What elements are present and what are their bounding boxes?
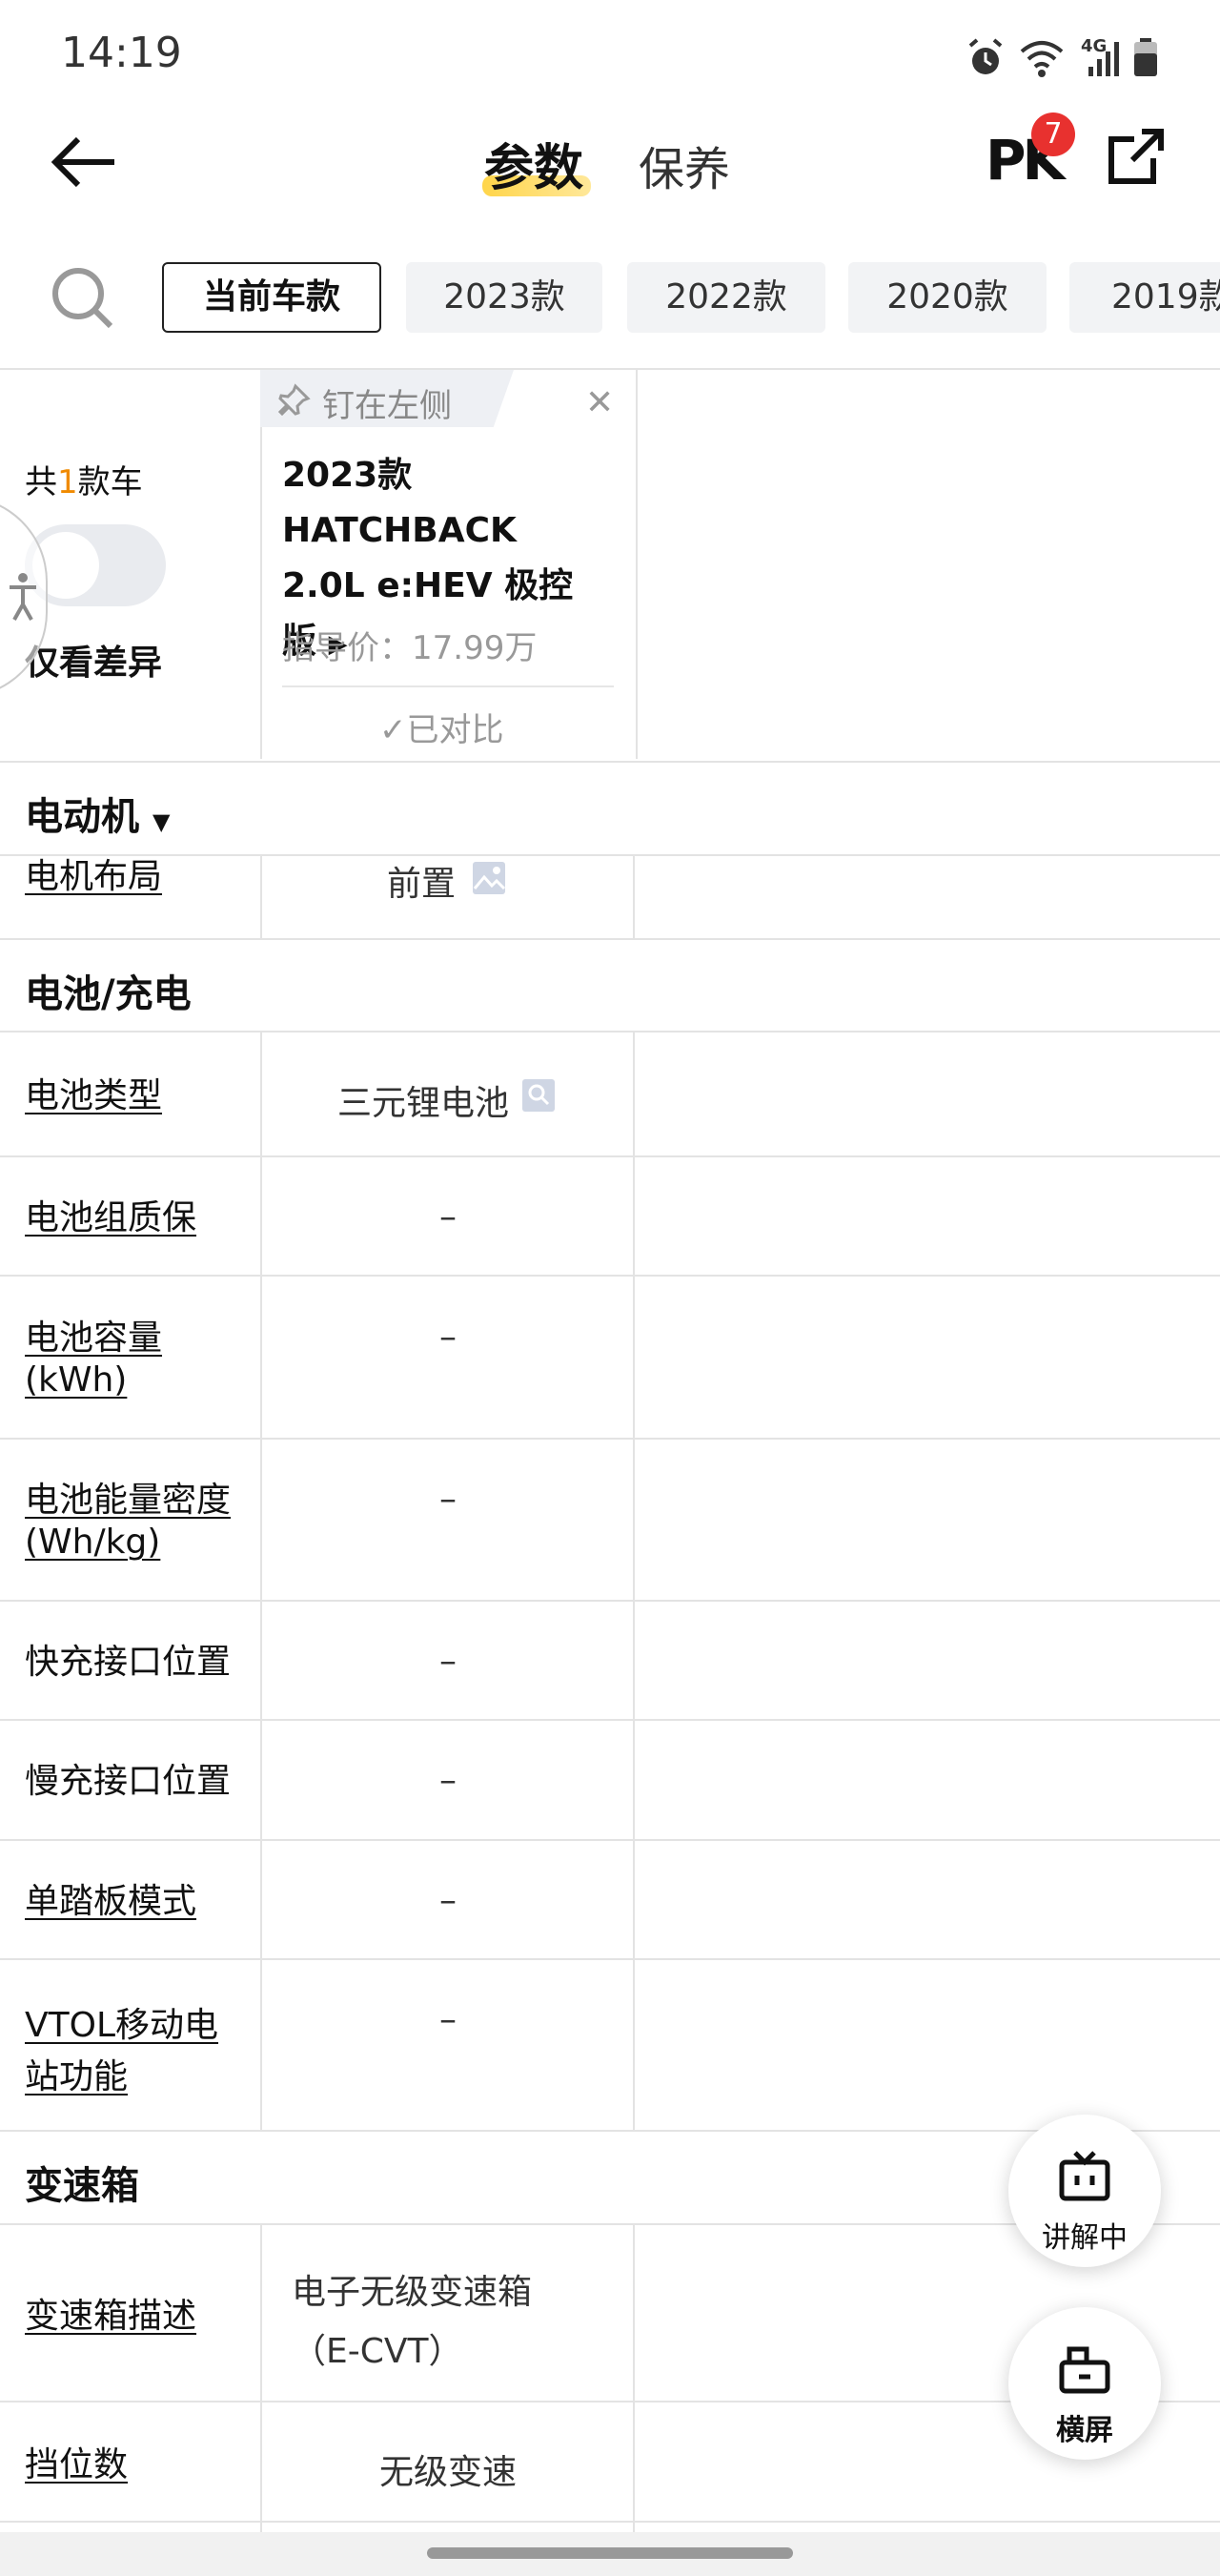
row-value-motor-layout: 前置 (387, 865, 457, 904)
row-label-gear-count[interactable]: 挡位数 (25, 2444, 128, 2486)
explain-label: 讲解中 (1042, 2221, 1128, 2255)
row-value-battery-capacity: – (439, 1318, 457, 1357)
pin-icon (278, 383, 311, 416)
chip-2022[interactable]: 2022款 (627, 262, 825, 333)
chip-2020[interactable]: 2020款 (848, 262, 1047, 333)
landscape-label: 横屏 (1056, 2414, 1113, 2447)
row-value-slow-charge-port: – (439, 1761, 457, 1800)
signal-icon (1088, 42, 1119, 76)
chip-2019[interactable]: 2019款 (1069, 262, 1220, 333)
row-label-vtol[interactable]: VTOL移动电 站功能 (25, 2000, 218, 2103)
tab-params[interactable]: 参数 (484, 128, 583, 199)
row-value-one-pedal: – (439, 1881, 457, 1920)
compared-status[interactable]: ✓已对比 (379, 704, 504, 750)
row-value-fast-charge-port: – (439, 1642, 457, 1681)
magnifier-icon[interactable] (520, 1077, 557, 1114)
row-value-gearbox-desc: 电子无级变速箱 （E-CVT） (292, 2273, 533, 2371)
row-label-battery-capacity[interactable]: 电池容量 (kWh) (25, 1318, 162, 1401)
car-price: 指导价：17.99万 (282, 629, 538, 667)
row-value-battery-type: 三元锂电池 (337, 1084, 510, 1123)
diff-only-label: 仅看差异 (25, 644, 163, 683)
row-label-one-pedal[interactable]: 单踏板模式 (25, 1881, 196, 1923)
pin-left-label: 钉在左侧 (322, 387, 452, 425)
section-motor-title[interactable]: 电动机 ▼ (25, 786, 170, 841)
wifi-icon (1020, 41, 1064, 77)
home-indicator[interactable] (427, 2547, 793, 2559)
card-divider (282, 685, 614, 687)
check-icon: ✓ (379, 711, 407, 749)
row-value-battery-warranty: – (439, 1197, 457, 1237)
caret-down-icon: ▼ (152, 808, 171, 835)
search-icon[interactable] (50, 265, 116, 332)
section-battery-title: 电池/充电 (25, 972, 192, 1016)
accessibility-icon (10, 573, 36, 621)
tab-maintenance[interactable]: 保养 (639, 132, 730, 198)
close-icon[interactable]: ✕ (585, 383, 614, 422)
chip-2023[interactable]: 2023款 (406, 262, 602, 333)
row-label-fast-charge-port: 快充接口位置 (25, 1643, 232, 1682)
row-label-battery-type[interactable]: 电池类型 (25, 1075, 162, 1117)
row-value-gear-count: 无级变速 (378, 2453, 517, 2492)
status-time: 14:19 (61, 29, 182, 77)
section-gearbox-title: 变速箱 (25, 2164, 139, 2208)
rotate-screen-icon (1059, 2346, 1110, 2394)
row-value-vtol: – (439, 2000, 457, 2039)
share-icon[interactable] (1106, 126, 1167, 187)
landscape-button[interactable]: 横屏 (1008, 2307, 1161, 2460)
image-icon[interactable] (471, 860, 507, 896)
row-label-battery-warranty[interactable]: 电池组质保 (25, 1197, 196, 1239)
model-count: 共1款车 (25, 463, 143, 501)
row-label-energy-density[interactable]: 电池能量密度 (Wh/kg) (25, 1480, 231, 1564)
row-label-gearbox-desc[interactable]: 变速箱描述 (25, 2296, 196, 2338)
row-value-energy-density: – (439, 1480, 457, 1519)
alarm-icon (968, 38, 1003, 74)
chip-current-model[interactable]: 当前车款 (162, 262, 381, 333)
tv-icon (1059, 2151, 1110, 2201)
battery-icon (1134, 38, 1157, 76)
row-label-motor-layout[interactable]: 电机布局 (25, 856, 162, 898)
explain-button[interactable]: 讲解中 (1008, 2115, 1161, 2267)
pk-count-badge: 7 (1031, 112, 1075, 156)
back-button[interactable] (50, 133, 118, 191)
row-label-slow-charge-port: 慢充接口位置 (25, 1762, 232, 1801)
